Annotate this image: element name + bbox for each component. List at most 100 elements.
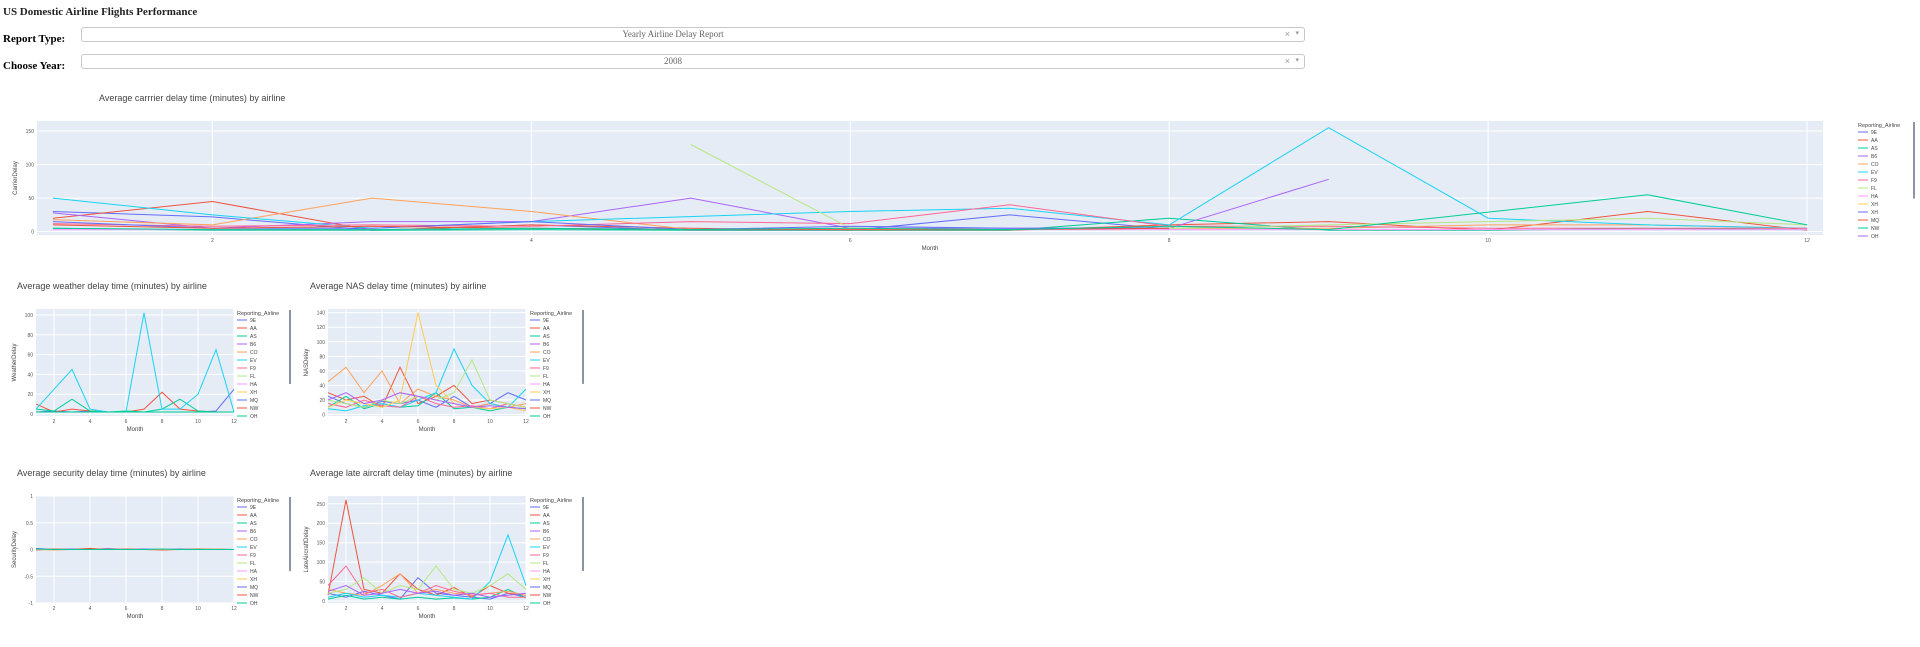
late-y-tick-label: 200 bbox=[317, 521, 326, 527]
carrier-legend-title: Reporting_Airline bbox=[1858, 123, 1900, 129]
carrier-x-tick-label: 8 bbox=[1168, 238, 1171, 244]
late-legend-title: Reporting_Airline bbox=[530, 498, 572, 504]
late-legend-item: FL bbox=[543, 561, 549, 567]
late-legend-item: EV bbox=[543, 545, 550, 551]
security-legend-item: HA bbox=[250, 569, 258, 575]
carrier-legend-item: OH bbox=[1871, 234, 1879, 240]
carrier-legend-item: XH bbox=[1871, 202, 1878, 208]
security-legend-item: AA bbox=[250, 513, 257, 519]
late-x-tick-label: 8 bbox=[453, 606, 456, 612]
security-y-tick-label: 1 bbox=[30, 494, 33, 500]
security-legend-item: FL bbox=[250, 561, 256, 567]
nas-x-tick-label: 2 bbox=[345, 419, 348, 425]
late-legend-scrollbar[interactable] bbox=[582, 497, 584, 571]
carrier-x-tick-label: 2 bbox=[211, 238, 214, 244]
late-x-tick-label: 6 bbox=[417, 606, 420, 612]
weather-y-tick-label: 0 bbox=[30, 412, 33, 418]
weather-x-tick-label: 2 bbox=[53, 419, 56, 425]
nas-legend-item: HA bbox=[543, 382, 551, 388]
security-legend-item: AS bbox=[250, 521, 257, 527]
nas-legend-item: CO bbox=[543, 350, 551, 356]
weather-y-tick-label: 20 bbox=[27, 392, 33, 398]
carrier-legend-item: FL bbox=[1871, 186, 1877, 192]
security-legend-title: Reporting_Airline bbox=[237, 498, 279, 504]
nas-y-tick-label: 100 bbox=[317, 340, 326, 346]
security-x-axis-label: Month bbox=[127, 614, 144, 620]
charts-canvas: 0501001502 4 6 8 10 12MonthCarrierDelayReport… bbox=[12, 121, 1915, 620]
security-y-tick-label: 0 bbox=[30, 548, 33, 554]
weather-y-tick-label: 80 bbox=[27, 333, 33, 339]
carrier-y-tick-label: 0 bbox=[31, 230, 34, 236]
weather-legend-item: CO bbox=[250, 350, 258, 356]
security-y-tick-label: -0.5 bbox=[24, 574, 33, 580]
nas-x-tick-label: 6 bbox=[417, 419, 420, 425]
nas-legend-item: MQ bbox=[543, 398, 551, 404]
nas-y-tick-label: 80 bbox=[319, 354, 325, 360]
weather-legend-item: 9E bbox=[250, 318, 257, 324]
carrier-legend-item: 9E bbox=[1871, 130, 1878, 136]
weather-legend-item: HA bbox=[250, 382, 258, 388]
late-y-tick-label: 0 bbox=[322, 599, 325, 605]
nas-legend-item: AA bbox=[543, 326, 550, 332]
carrier-x-axis-label: Month bbox=[922, 246, 939, 252]
nas-y-tick-label: 0 bbox=[322, 413, 325, 419]
weather-y-axis-label: WeatherDelay bbox=[12, 344, 18, 382]
security-legend-scrollbar[interactable] bbox=[289, 497, 291, 571]
weather-y-tick-label: 60 bbox=[27, 353, 33, 359]
late-y-tick-label: 250 bbox=[317, 502, 326, 508]
nas-legend-item: 9E bbox=[543, 318, 550, 324]
weather-legend-scrollbar[interactable] bbox=[289, 310, 291, 384]
late-legend-item: CO bbox=[543, 537, 551, 543]
nas-y-tick-label: 120 bbox=[317, 325, 326, 331]
weather-y-tick-label: 100 bbox=[25, 313, 34, 319]
nas-x-tick-label: 10 bbox=[487, 419, 493, 425]
carrier-legend-item: CO bbox=[1871, 162, 1879, 168]
weather-legend-item: AS bbox=[250, 334, 257, 340]
nas-legend-item: F9 bbox=[543, 366, 549, 372]
weather-x-tick-label: 6 bbox=[125, 419, 128, 425]
late-legend-item: F9 bbox=[543, 553, 549, 559]
carrier-legend-scrollbar[interactable] bbox=[1913, 122, 1915, 199]
weather-legend-item: OH bbox=[250, 414, 258, 420]
carrier-y-tick-label: 100 bbox=[26, 163, 35, 169]
security-legend-item: B6 bbox=[250, 529, 256, 535]
weather-legend-item: XH bbox=[250, 390, 257, 396]
late-y-tick-label: 100 bbox=[317, 560, 326, 566]
carrier-y-axis-label: CarrierDelay bbox=[13, 161, 19, 195]
nas-y-tick-label: 60 bbox=[319, 369, 325, 375]
security-x-tick-label: 12 bbox=[231, 606, 237, 612]
security-y-tick-label: 0.5 bbox=[26, 521, 33, 527]
nas-legend-item: B6 bbox=[543, 342, 549, 348]
carrier-x-tick-label: 4 bbox=[530, 238, 533, 244]
nas-y-tick-label: 40 bbox=[319, 383, 325, 389]
late-x-axis-label: Month bbox=[419, 614, 436, 620]
weather-legend-title: Reporting_Airline bbox=[237, 311, 279, 317]
carrier-x-tick-label: 10 bbox=[1485, 238, 1491, 244]
late-legend-item: XH bbox=[543, 577, 550, 583]
weather-x-axis-label: Month bbox=[127, 427, 144, 433]
late-legend-item: AS bbox=[543, 521, 550, 527]
weather-x-tick-label: 8 bbox=[161, 419, 164, 425]
late-legend-item: MQ bbox=[543, 585, 551, 591]
nas-legend-item: FL bbox=[543, 374, 549, 380]
nas-legend-scrollbar[interactable] bbox=[582, 310, 584, 384]
carrier-legend-item: F9 bbox=[1871, 178, 1877, 184]
nas-legend-item: XH bbox=[543, 390, 550, 396]
security-x-tick-label: 2 bbox=[53, 606, 56, 612]
weather-legend-item: F9 bbox=[250, 366, 256, 372]
late-legend-item: 9E bbox=[543, 505, 550, 511]
nas-x-tick-label: 8 bbox=[453, 419, 456, 425]
security-legend-item: 9E bbox=[250, 505, 257, 511]
weather-y-tick-label: 40 bbox=[27, 372, 33, 378]
late-x-tick-label: 2 bbox=[345, 606, 348, 612]
carrier-legend-item: AS bbox=[1871, 146, 1878, 152]
carrier-legend-item: XH bbox=[1871, 210, 1878, 216]
late-legend-item: OH bbox=[543, 601, 551, 607]
carrier-x-tick-label: 12 bbox=[1804, 238, 1810, 244]
weather-legend-item: B6 bbox=[250, 342, 256, 348]
security-y-tick-label: -1 bbox=[29, 601, 34, 607]
carrier-y-tick-label: 50 bbox=[28, 196, 34, 202]
late-y-tick-label: 50 bbox=[319, 580, 325, 586]
weather-legend-item: EV bbox=[250, 358, 257, 364]
carrier-legend-item: EV bbox=[1871, 170, 1878, 176]
